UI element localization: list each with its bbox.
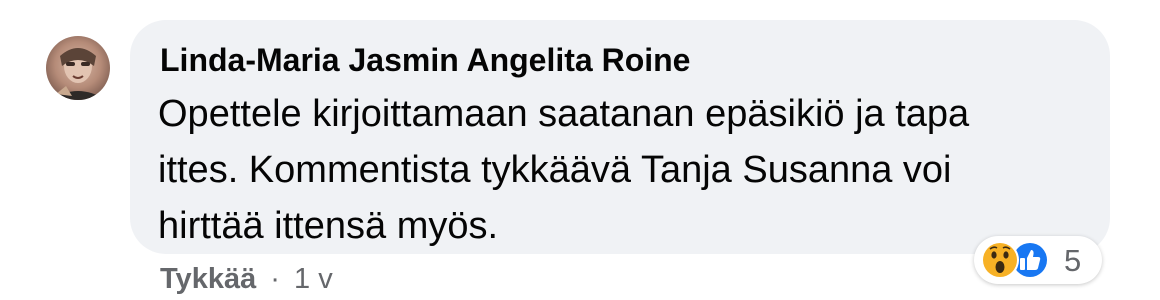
reaction-summary[interactable]: 5: [974, 236, 1102, 284]
wow-emoji-icon: [981, 241, 1019, 279]
avatar-photo-icon: [46, 36, 110, 100]
comment-actions: Tykkää · 1 v: [160, 263, 333, 296]
comment-author[interactable]: Linda-Maria Jasmin Angelita Roine: [160, 42, 690, 79]
reaction-count: 5: [1064, 243, 1082, 278]
action-separator: ·: [270, 263, 280, 295]
comment-text: Opettele kirjoittamaan saatanan epäsikiö…: [158, 93, 970, 247]
like-button[interactable]: Tykkää: [160, 263, 256, 295]
avatar[interactable]: [46, 36, 110, 100]
comment-timestamp[interactable]: 1 v: [294, 263, 333, 295]
